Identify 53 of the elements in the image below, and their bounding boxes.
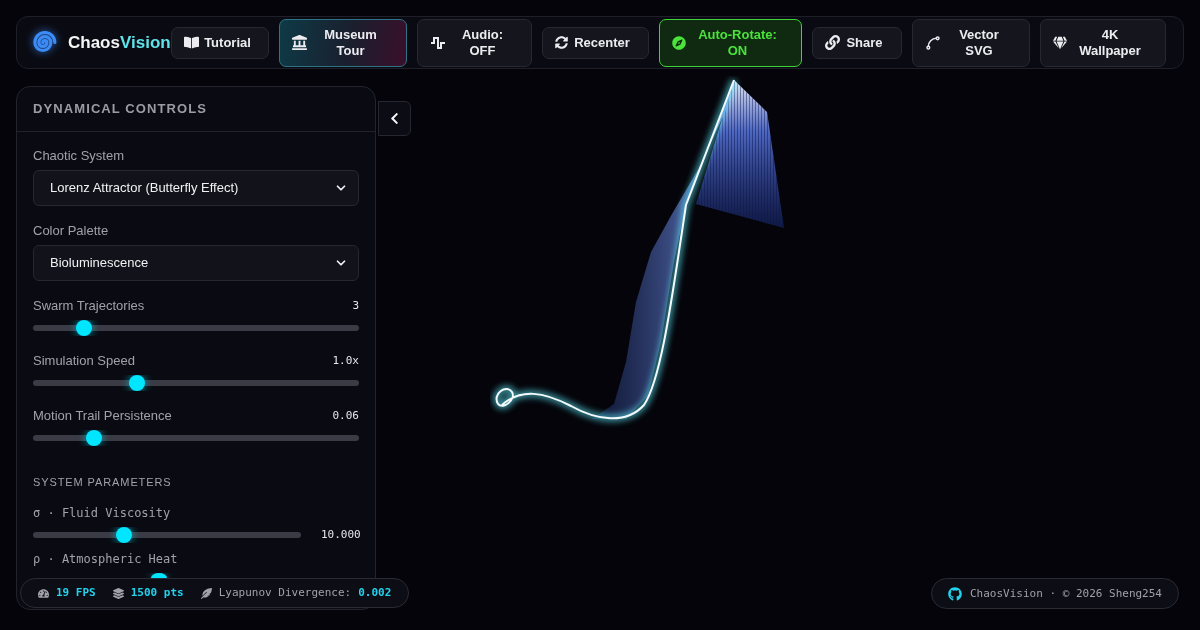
gem-icon <box>1053 35 1067 50</box>
wallpaper-button[interactable]: 4K Wallpaper <box>1040 18 1166 67</box>
refresh-icon <box>555 36 568 49</box>
slider-thumb[interactable] <box>151 573 168 578</box>
parameter-label: σ · Fluid Viscosity <box>33 505 172 521</box>
collapse-button[interactable] <box>378 101 411 136</box>
divergence-label: Lyapunov Divergence: <box>218 586 352 600</box>
feather-icon <box>200 587 212 599</box>
divergence-value: 0.002 <box>358 586 392 600</box>
brand-name: ChaosVision <box>68 32 171 53</box>
bezier-curve-icon <box>925 34 941 51</box>
field-label: Motion Trail Persistence <box>33 408 172 424</box>
field-label: Swarm Trajectories <box>33 298 145 314</box>
section-title: SYSTEM PARAMETERS <box>33 475 173 489</box>
auto-rotate-toggle-button[interactable]: Auto-Rotate: ON <box>659 18 802 67</box>
recenter-button[interactable]: Recenter <box>542 26 649 59</box>
parameter-value: 10.000 <box>321 527 359 543</box>
field-label: Chaotic System <box>33 148 126 164</box>
slider-thumb[interactable] <box>116 527 133 543</box>
landmark-icon <box>292 35 307 50</box>
slider-thumb[interactable] <box>76 320 93 336</box>
square-wave-icon <box>430 35 446 50</box>
gauge-icon <box>38 587 49 599</box>
audio-toggle-button[interactable]: Audio: OFF <box>417 18 532 67</box>
tutorial-button[interactable]: Tutorial <box>171 26 269 59</box>
panel-title: DYNAMICAL CONTROLS <box>33 101 208 117</box>
range-slider[interactable] <box>33 375 359 391</box>
book-icon <box>184 35 199 50</box>
dropdown-select[interactable]: Lorenz Attractor (Butterfly Effect) <box>33 170 359 206</box>
points-count: 1500 pts <box>130 586 184 600</box>
link-icon <box>825 35 840 50</box>
fps-reading: 19 FPS <box>56 586 96 600</box>
github-icon <box>947 586 962 601</box>
range-slider[interactable] <box>33 430 359 446</box>
slider-value: 1.0x <box>332 353 359 369</box>
layers-icon <box>112 587 124 599</box>
range-slider[interactable] <box>33 527 301 543</box>
range-slider[interactable] <box>33 320 359 336</box>
credit-text: ChaosVision · © 2026 Sheng254 <box>969 586 1162 601</box>
chevron-left-icon <box>388 112 401 125</box>
dropdown-select[interactable]: Bioluminescence <box>33 245 359 281</box>
slider-thumb[interactable] <box>129 375 146 391</box>
share-button[interactable]: Share <box>812 26 902 59</box>
field-label: Color Palette <box>33 223 110 239</box>
parameter-label: ρ · Atmospheric Heat <box>33 551 179 567</box>
slider-thumb[interactable] <box>85 430 102 446</box>
museum-tour-button[interactable]: Museum Tour <box>279 18 407 67</box>
slider-value: 0.06 <box>332 408 359 424</box>
vector-svg-button[interactable]: Vector SVG <box>912 18 1030 67</box>
compass-icon <box>672 35 686 50</box>
slider-value: 3 <box>352 298 359 314</box>
spiral-logo-icon <box>33 30 57 55</box>
field-label: Simulation Speed <box>33 353 135 369</box>
